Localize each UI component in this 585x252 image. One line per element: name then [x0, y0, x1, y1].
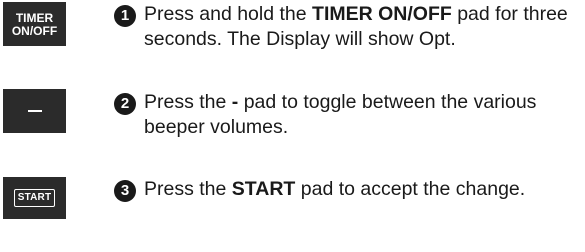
step-number-badge: 2 [114, 93, 136, 115]
step-1: 1 Press and hold the TIMER ON/OFF pad fo… [114, 2, 584, 52]
step-2: 2 Press the - pad to toggle between the … [114, 90, 584, 140]
step-3-text: Press the START pad to accept the change… [144, 177, 525, 202]
step-3-text-bold: START [231, 178, 296, 200]
step-1-text-bold: TIMER ON/OFF [312, 3, 452, 25]
step-number-badge: 3 [114, 180, 136, 202]
step-3-text-pre: Press the [144, 178, 232, 200]
step-1-text: Press and hold the TIMER ON/OFF pad for … [144, 2, 584, 52]
step-1-text-pre: Press and hold the [144, 3, 313, 25]
step-number-badge: 1 [114, 5, 136, 27]
start-pad[interactable]: START [3, 177, 66, 219]
start-pad-label: START [13, 189, 56, 207]
step-2-text-pre: Press the [144, 91, 232, 113]
minus-icon [27, 110, 42, 112]
minus-pad[interactable] [3, 89, 66, 133]
step-3: 3 Press the START pad to accept the chan… [114, 177, 584, 202]
step-2-text: Press the - pad to toggle between the va… [144, 90, 584, 140]
step-3-text-post: pad to accept the change. [295, 178, 526, 200]
timer-on-off-pad[interactable]: TIMER ON/OFF [3, 2, 66, 46]
timer-pad-label-line2: ON/OFF [11, 24, 58, 38]
